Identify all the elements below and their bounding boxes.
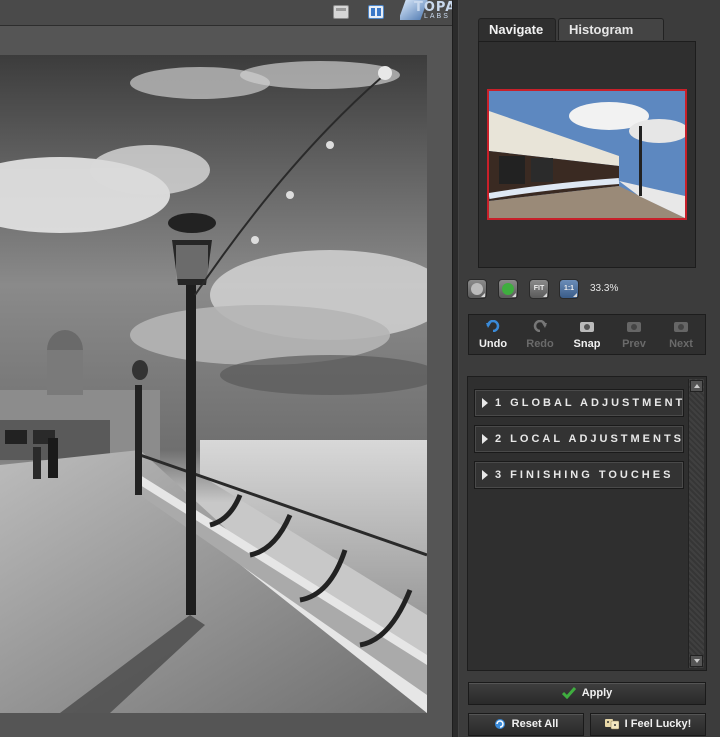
undo-button[interactable]: Undo (473, 318, 513, 352)
camera-icon (674, 322, 688, 332)
expand-arrow-icon (482, 470, 488, 480)
single-view-icon[interactable] (333, 5, 349, 19)
preview-image[interactable] (0, 55, 427, 713)
topaz-logo: TOPAZ LABS (400, 0, 452, 22)
zoom-controls: FIT 1:1 33.3% (467, 279, 717, 301)
prev-button[interactable]: Prev (614, 318, 654, 352)
checkmark-icon (561, 687, 576, 700)
camera-icon (627, 322, 641, 332)
section-finishing-touches[interactable]: 3 FINISHING TOUCHES (474, 461, 684, 489)
reset-all-button[interactable]: Reset All (468, 713, 584, 736)
zoom-fit-button[interactable]: FIT (529, 279, 549, 299)
section-global-adjustment[interactable]: 1 GLOBAL ADJUSTMENT (474, 389, 684, 417)
tab-histogram[interactable]: Histogram (558, 18, 664, 40)
adjustments-panel: 1 GLOBAL ADJUSTMENT 2 LOCAL ADJUSTMENTS … (467, 376, 707, 671)
undo-icon (486, 320, 500, 332)
reset-icon (494, 719, 505, 730)
zoom-1-1-button[interactable]: 1:1 (559, 279, 579, 299)
navigator-thumbnail[interactable] (487, 89, 687, 220)
split-view-icon[interactable] (368, 5, 384, 19)
redo-button[interactable]: Redo (520, 318, 560, 352)
dice-icon (604, 719, 619, 730)
next-button[interactable]: Next (661, 318, 701, 352)
redo-icon (533, 320, 547, 332)
snap-button[interactable]: Snap (567, 318, 607, 352)
navigator-pane (478, 41, 696, 268)
expand-arrow-icon (482, 434, 488, 444)
expand-arrow-icon (482, 398, 488, 408)
scroll-up-button[interactable] (690, 380, 703, 392)
tab-navigate[interactable]: Navigate (478, 18, 556, 42)
panel-splitter[interactable] (452, 0, 459, 737)
scroll-down-button[interactable] (690, 655, 703, 667)
feel-lucky-button[interactable]: I Feel Lucky! (590, 713, 706, 736)
control-panel: Navigate Histogram FIT 1:1 33.3% Undo Re… (459, 0, 720, 737)
camera-icon (580, 322, 594, 332)
preview-area: TOPAZ LABS (0, 0, 452, 737)
zoom-in-button[interactable] (498, 279, 518, 299)
adjustments-scrollbar[interactable] (688, 379, 704, 668)
zoom-out-button[interactable] (467, 279, 487, 299)
thumbnail-image (489, 91, 685, 218)
section-local-adjustments[interactable]: 2 LOCAL ADJUSTMENTS (474, 425, 684, 453)
pier-photo (0, 55, 427, 713)
history-toolbar: Undo Redo Snap Prev Next (468, 314, 706, 355)
apply-button[interactable]: Apply (468, 682, 706, 705)
preview-toolbar: TOPAZ LABS (0, 0, 452, 26)
navigator-panel: Navigate Histogram (478, 18, 696, 268)
zoom-level: 33.3% (590, 283, 619, 294)
